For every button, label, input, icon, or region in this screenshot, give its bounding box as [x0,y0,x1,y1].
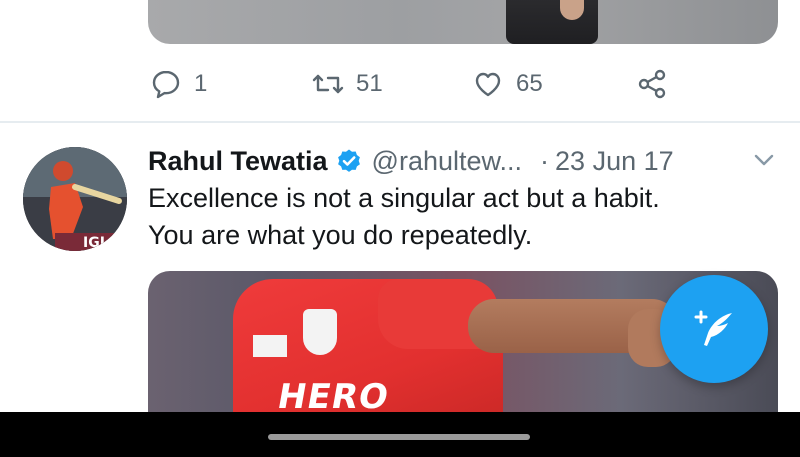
verified-icon [337,149,360,172]
author-handle[interactable]: @rahultew... [372,146,522,177]
media-sponsor-text: HERO [274,377,393,417]
tweet-divider [0,121,800,123]
system-navigation-bar [0,412,800,457]
like-count: 65 [516,70,543,97]
chevron-down-icon[interactable] [750,146,778,174]
tweet-text-line: You are what you do repeatedly. [148,220,533,250]
tweet-text: Excellence is not a singular act but a h… [148,180,768,254]
compose-tweet-button[interactable] [660,275,768,383]
avatar[interactable]: IGI [23,147,127,251]
like-icon [475,72,501,97]
tweet-text-line: Excellence is not a singular act but a h… [148,183,660,213]
compose-tweet-icon [694,310,732,346]
retweet-count: 51 [356,70,383,97]
reply-button[interactable]: 1 [150,68,207,100]
previous-tweet-media[interactable] [148,0,778,44]
gesture-handle[interactable] [268,434,530,440]
author-name[interactable]: Rahul Tewatia [148,146,328,177]
media-badge [303,309,337,355]
media-chest-label [253,335,287,357]
retweet-button[interactable]: 51 [312,68,383,100]
share-button[interactable] [636,68,668,100]
like-button[interactable]: 65 [472,68,543,100]
tweet-header: Rahul Tewatia @rahultew... · 23 Jun 17 [148,142,778,180]
share-icon [638,69,666,99]
separator: · [540,145,550,176]
media-figure [506,0,598,44]
reply-icon [152,70,180,99]
tweet-date[interactable]: 23 Jun 17 [555,146,674,177]
avatar-image: IGI [23,147,127,251]
retweet-icon [312,74,344,94]
tweet-action-bar: 1 51 65 [0,60,800,110]
svg-text:IGI: IGI [83,235,105,251]
reply-count: 1 [194,70,208,97]
